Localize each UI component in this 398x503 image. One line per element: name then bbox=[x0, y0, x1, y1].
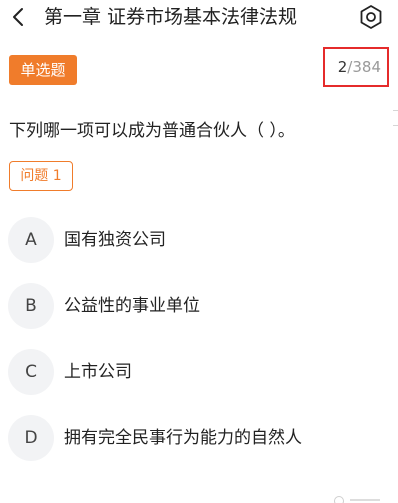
edge-divider bbox=[393, 96, 398, 156]
option-letter: D bbox=[8, 415, 54, 461]
question-tag: 问题 1 bbox=[9, 161, 73, 191]
counter-current: 2 bbox=[337, 58, 348, 76]
chevron-left-icon bbox=[13, 8, 23, 26]
option-b[interactable]: B 公益性的事业单位 bbox=[0, 283, 398, 329]
settings-button[interactable] bbox=[357, 3, 385, 31]
question-text: 下列哪一项可以成为普通合伙人（ ）。 bbox=[9, 121, 295, 141]
question-counter[interactable]: 2/384 bbox=[323, 47, 389, 87]
option-d[interactable]: D 拥有完全民事行为能力的自然人 bbox=[0, 415, 398, 461]
gear-icon bbox=[360, 5, 382, 29]
header-bar: 第一章 证券市场基本法律法规 bbox=[0, 0, 398, 36]
option-letter: A bbox=[8, 217, 54, 263]
back-button[interactable] bbox=[6, 4, 32, 30]
counter-total: 384 bbox=[352, 58, 381, 76]
option-letter: C bbox=[8, 349, 54, 395]
quiz-page: 第一章 证券市场基本法律法规 单选题 2/384 下列哪一项可以成为普通合伙人（… bbox=[0, 0, 398, 503]
bottom-toolbar-peek bbox=[334, 494, 398, 503]
option-text: 上市公司 bbox=[64, 362, 132, 382]
option-text: 国有独资公司 bbox=[64, 230, 166, 250]
option-text: 公益性的事业单位 bbox=[64, 296, 200, 316]
option-letter: B bbox=[8, 283, 54, 329]
option-a[interactable]: A 国有独资公司 bbox=[0, 217, 398, 263]
question-type-badge: 单选题 bbox=[9, 55, 77, 85]
option-c[interactable]: C 上市公司 bbox=[0, 349, 398, 395]
option-text: 拥有完全民事行为能力的自然人 bbox=[64, 428, 302, 448]
page-title: 第一章 证券市场基本法律法规 bbox=[44, 6, 298, 28]
